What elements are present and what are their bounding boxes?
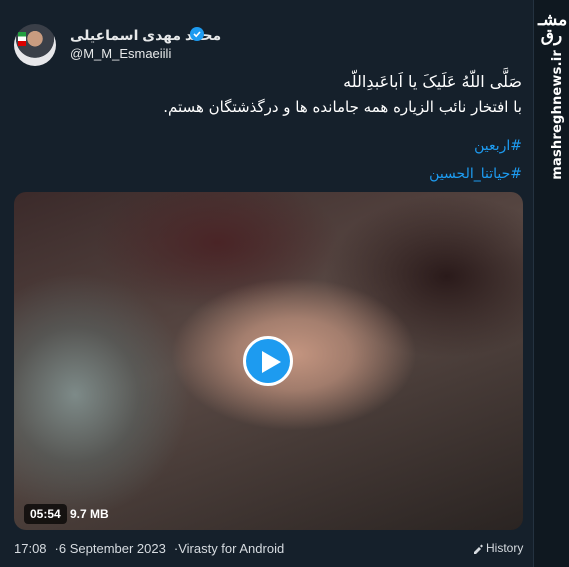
watermark-strip: مشـ رق mashreghnews.ir [533, 0, 569, 567]
play-icon [262, 351, 281, 373]
user-handle[interactable]: @M_M_Esmaeiili [70, 46, 171, 61]
history-label: History [486, 541, 524, 555]
tweet-time: 17:08 [14, 541, 47, 556]
tweet-text: صَلَّی اللّهُ عَلَیکَ یا اَباعَبدِاللّه … [20, 72, 522, 184]
site-logo: مشـ رق [538, 10, 568, 46]
video-duration: 05:54 [24, 504, 67, 524]
hashtag-link[interactable]: #اربعین [20, 136, 522, 156]
flag-icon [18, 32, 26, 46]
tweet-date: 6 September 2023 [58, 541, 166, 556]
tweet-meta: 17:08·6 September 2023 ·Virasty for Andro… [14, 541, 284, 556]
verified-badge-icon [190, 27, 204, 41]
hashtag-list: #اربعین #حیاتنا_الحسین [20, 136, 522, 184]
avatar[interactable] [14, 24, 56, 66]
history-link[interactable]: History [472, 541, 523, 555]
video-player[interactable]: 05:54 9.7 MB [14, 192, 523, 530]
tweet-line-2: با افتخار نائب الزیاره همه جامانده ها و … [163, 98, 522, 116]
site-url: mashreghnews.ir [550, 50, 565, 180]
history-icon [474, 544, 483, 554]
play-button[interactable] [243, 336, 293, 386]
tweet-source[interactable]: Virasty for Android [178, 541, 284, 556]
tweet-card: محمد مهدی اسماعیلی @M_M_Esmaeiili صَلَّی… [0, 0, 534, 567]
hashtag-link[interactable]: #حیاتنا_الحسین [20, 164, 522, 184]
tweet-line-1: صَلَّی اللّهُ عَلَیکَ یا اَباعَبدِاللّه [343, 72, 522, 91]
video-size: 9.7 MB [70, 507, 109, 521]
